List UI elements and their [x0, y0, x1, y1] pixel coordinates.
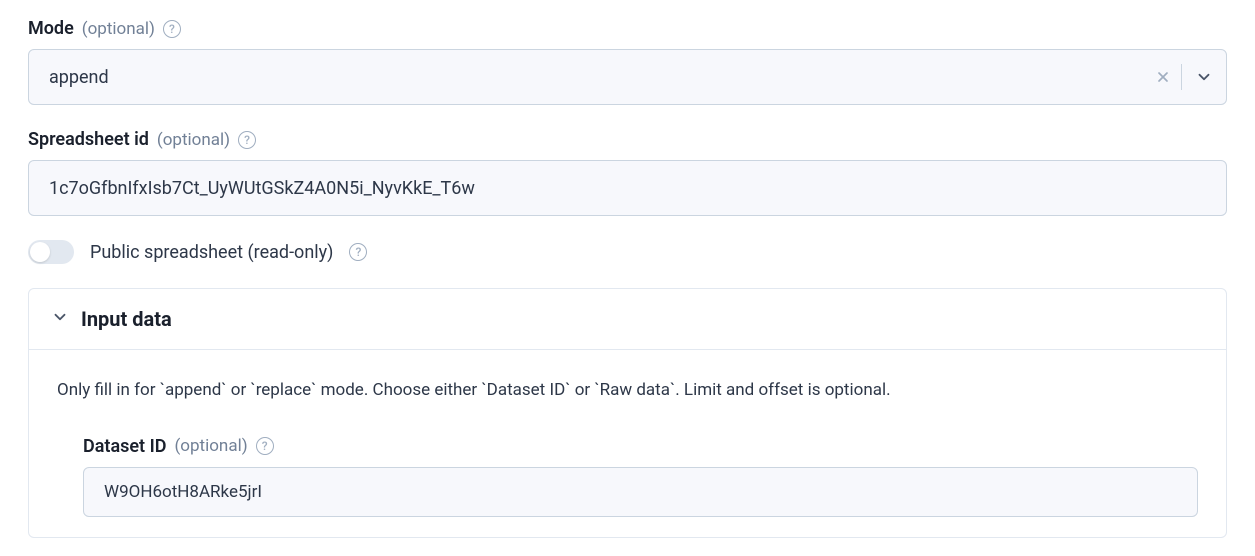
dataset-id-label-row: Dataset ID (optional) ? — [83, 436, 1198, 457]
spreadsheet-label: Spreadsheet id — [28, 129, 149, 150]
input-data-header[interactable]: Input data — [29, 289, 1226, 350]
dataset-id-label: Dataset ID — [83, 436, 166, 457]
public-spreadsheet-row: Public spreadsheet (read-only) ? — [28, 240, 1227, 264]
spreadsheet-optional-tag: (optional) — [157, 130, 230, 150]
dataset-id-optional-tag: (optional) — [174, 436, 247, 456]
help-icon[interactable]: ? — [163, 20, 181, 38]
help-icon[interactable]: ? — [256, 437, 274, 455]
mode-label: Mode — [28, 18, 74, 39]
mode-select[interactable]: append — [28, 49, 1227, 105]
clear-icon[interactable] — [1145, 50, 1181, 104]
mode-field: Mode (optional) ? append — [28, 18, 1227, 105]
help-icon[interactable]: ? — [238, 131, 256, 149]
mode-label-row: Mode (optional) ? — [28, 18, 1227, 39]
input-data-panel: Input data Only fill in for `append` or … — [28, 288, 1227, 538]
chevron-down-icon — [51, 308, 69, 330]
input-data-title: Input data — [81, 307, 172, 331]
spreadsheet-id-field: Spreadsheet id (optional) ? — [28, 129, 1227, 216]
input-data-description: Only fill in for `append` or `replace` m… — [57, 378, 1198, 404]
dataset-id-input[interactable] — [83, 467, 1198, 517]
mode-optional-tag: (optional) — [82, 19, 155, 39]
mode-select-value: append — [49, 67, 1136, 88]
input-data-body: Only fill in for `append` or `replace` m… — [29, 350, 1226, 537]
toggle-thumb — [30, 242, 50, 262]
public-spreadsheet-label: Public spreadsheet (read-only) — [90, 242, 333, 263]
chevron-down-icon[interactable] — [1182, 50, 1226, 104]
help-icon[interactable]: ? — [349, 243, 367, 261]
public-spreadsheet-toggle[interactable] — [28, 240, 74, 264]
dataset-id-field: Dataset ID (optional) ? — [57, 436, 1198, 517]
spreadsheet-label-row: Spreadsheet id (optional) ? — [28, 129, 1227, 150]
spreadsheet-id-input[interactable] — [28, 160, 1227, 216]
mode-select-controls — [1145, 50, 1226, 104]
